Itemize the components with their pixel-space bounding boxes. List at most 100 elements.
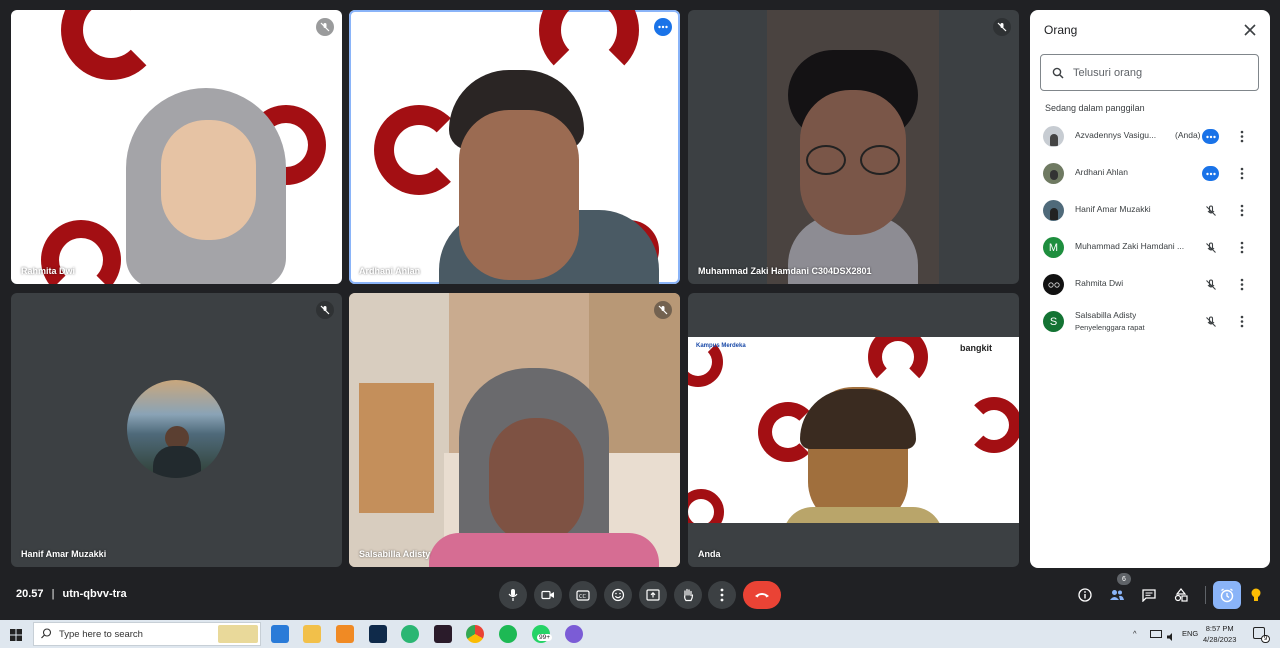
- spotify-icon[interactable]: [499, 625, 517, 643]
- self-video: bangkit Kampus Merdeka: [688, 337, 1019, 523]
- clock-date: 4/28/2023: [1203, 635, 1237, 644]
- video-tile-zaki[interactable]: Muhammad Zaki Hamdani C304DSX2801: [688, 10, 1019, 284]
- tile-name: Muhammad Zaki Hamdani C304DSX2801: [698, 266, 872, 276]
- avatar: [127, 380, 225, 478]
- captions-button[interactable]: CC: [569, 581, 597, 609]
- meeting-details-button[interactable]: [1075, 585, 1095, 605]
- person-you-label: (Anda): [1175, 130, 1201, 140]
- participant-shirt: [783, 507, 943, 523]
- photoshop-icon[interactable]: [369, 625, 387, 643]
- person-name: Azvadennys Vasigu...: [1075, 130, 1157, 140]
- participant-face: [459, 110, 579, 280]
- participant-face: [161, 120, 256, 240]
- avatar: [1043, 200, 1064, 221]
- xampp-icon[interactable]: [336, 625, 354, 643]
- participant-shirt: [429, 533, 659, 567]
- divider: [1205, 586, 1206, 604]
- bg-logo-ring: [61, 10, 161, 80]
- timer-button[interactable]: [1213, 581, 1241, 609]
- person-row[interactable]: Azvadennys Vasigu... (Anda): [1030, 118, 1270, 155]
- avatar: [1043, 126, 1064, 147]
- tile-name: Anda: [698, 549, 721, 559]
- figma-icon[interactable]: [434, 625, 452, 643]
- bg-logo-ring: [688, 489, 724, 523]
- more-options-button[interactable]: [708, 581, 736, 609]
- video-tile-ardhani[interactable]: Ardhani Ahlan: [349, 10, 680, 284]
- person-name: Rahmita Dwi: [1075, 278, 1124, 288]
- more-icon: [720, 588, 724, 602]
- activities-button[interactable]: [1171, 585, 1191, 605]
- bg-logo-ring: [539, 10, 639, 80]
- avatar: [1043, 274, 1064, 295]
- avatar: M: [1043, 237, 1064, 258]
- lightbulb-button[interactable]: [1246, 585, 1266, 605]
- emoji-icon: [611, 588, 625, 602]
- search-placeholder: Telusuri orang: [1073, 67, 1143, 79]
- meeting-info: 20.57 | utn-qbvv-tra: [16, 588, 127, 600]
- tile-name: Salsabilla Adisty: [359, 549, 431, 559]
- video-tile-self[interactable]: bangkit Kampus Merdeka Anda: [688, 293, 1019, 567]
- person-row[interactable]: Ardhani Ahlan: [1030, 155, 1270, 192]
- person-row[interactable]: Hanif Amar Muzakki: [1030, 192, 1270, 229]
- more-options-icon[interactable]: [1236, 314, 1248, 329]
- person-row[interactable]: M Muhammad Zaki Hamdani ...: [1030, 229, 1270, 266]
- meeting-separator: |: [51, 588, 55, 600]
- app-icon[interactable]: [565, 625, 583, 643]
- person-row[interactable]: S Salsabilla Adisty Penyelenggara rapat: [1030, 303, 1270, 340]
- tile-name: Ardhani Ahlan: [359, 266, 421, 276]
- mic-off-icon: [316, 18, 334, 36]
- raise-hand-button[interactable]: [674, 581, 702, 609]
- speaking-indicator-icon: [1202, 129, 1219, 144]
- person-name: Ardhani Ahlan: [1075, 167, 1128, 177]
- edge-icon[interactable]: [401, 625, 419, 643]
- battery-icon[interactable]: [1150, 630, 1162, 638]
- video-tile-salsabilla[interactable]: Salsabilla Adisty: [349, 293, 680, 567]
- person-row[interactable]: Rahmita Dwi: [1030, 266, 1270, 303]
- present-button[interactable]: [639, 581, 667, 609]
- mic-off-icon: [1202, 314, 1219, 329]
- video-tile-rahmita[interactable]: Rahmita Dwi: [11, 10, 342, 284]
- more-options-icon[interactable]: [1236, 277, 1248, 292]
- search-people-input[interactable]: Telusuri orang: [1040, 54, 1259, 91]
- camera-button[interactable]: [534, 581, 562, 609]
- avatar: S: [1043, 311, 1064, 332]
- activities-icon: [1174, 588, 1188, 602]
- mail-app-icon[interactable]: [271, 625, 289, 643]
- volume-icon[interactable]: [1166, 629, 1176, 641]
- chat-button[interactable]: [1139, 585, 1159, 605]
- more-options-icon[interactable]: [1236, 240, 1248, 255]
- chrome-icon[interactable]: [466, 625, 484, 643]
- file-explorer-icon[interactable]: [303, 625, 321, 643]
- meeting-code: utn-qbvv-tra: [62, 588, 127, 600]
- section-label: Sedang dalam panggilan: [1045, 103, 1145, 113]
- taskbar-search-input[interactable]: Type here to search: [33, 622, 261, 646]
- whatsapp-badge: 99+: [537, 634, 553, 641]
- more-options-icon[interactable]: [1236, 129, 1248, 144]
- mic-off-icon: [654, 301, 672, 319]
- tray-chevron-icon[interactable]: ^: [1133, 629, 1137, 638]
- taskbar-search-placeholder: Type here to search: [59, 629, 143, 640]
- mic-off-icon: [1202, 277, 1219, 292]
- taskbar-clock[interactable]: 8:57 PM 4/28/2023: [1203, 623, 1236, 645]
- tile-name: Rahmita Dwi: [21, 266, 76, 276]
- camera-icon: [541, 590, 554, 600]
- search-icon: [41, 628, 52, 639]
- leave-call-button[interactable]: [743, 581, 781, 609]
- more-options-icon[interactable]: [1236, 203, 1248, 218]
- windows-start-icon[interactable]: [10, 628, 22, 646]
- speaking-indicator-icon[interactable]: [654, 18, 672, 36]
- kampus-merdeka-logo: Kampus Merdeka: [696, 343, 746, 349]
- meet-stage: Rahmita Dwi Ardhani Ahlan Muhammad Zaki …: [0, 0, 1280, 620]
- mic-button[interactable]: [499, 581, 527, 609]
- emoji-button[interactable]: [604, 581, 632, 609]
- participant-face: [489, 418, 584, 543]
- video-tile-hanif[interactable]: Hanif Amar Muzakki: [11, 293, 342, 567]
- close-icon[interactable]: [1242, 22, 1258, 38]
- clock-time: 8:57 PM: [1205, 624, 1234, 633]
- language-indicator[interactable]: ENG: [1182, 629, 1198, 638]
- person-name: Muhammad Zaki Hamdani ...: [1075, 241, 1185, 251]
- people-button[interactable]: [1107, 585, 1127, 605]
- more-options-icon[interactable]: [1236, 166, 1248, 181]
- panel-title: Orang: [1044, 23, 1078, 37]
- mic-off-icon: [993, 18, 1011, 36]
